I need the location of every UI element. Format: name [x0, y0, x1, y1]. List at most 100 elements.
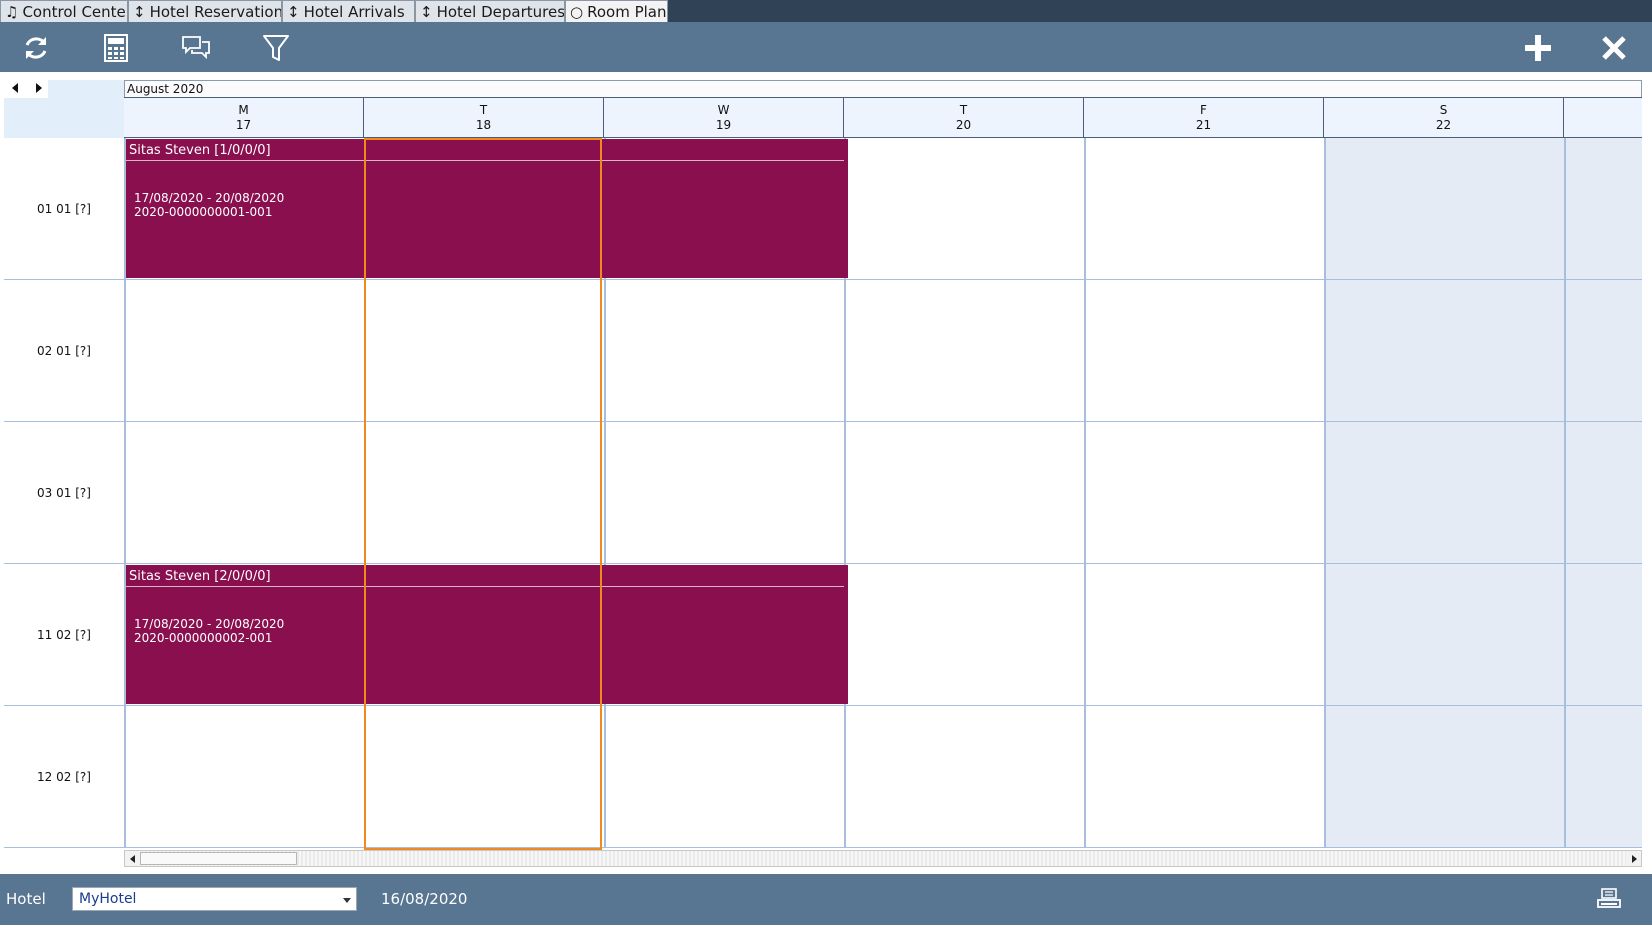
tab-hotel-arrivals[interactable]: ↕ Hotel Arrivals [282, 0, 415, 22]
day-of-week: F [1200, 103, 1207, 117]
day-of-week: M [238, 103, 249, 117]
day-number: 17 [235, 118, 252, 132]
day-cell[interactable] [844, 138, 1084, 280]
footer-bar: Hotel MyHotel 16/08/2020 [0, 874, 1652, 925]
day-cell[interactable] [124, 280, 364, 422]
toolbar [0, 22, 1652, 72]
day-cell[interactable] [1084, 422, 1324, 564]
booking-number: 2020-0000000001-001 [134, 205, 273, 219]
day-cell[interactable] [604, 280, 844, 422]
scrollbar-thumb[interactable] [140, 852, 297, 865]
add-button[interactable] [1520, 30, 1556, 66]
day-cell[interactable] [1324, 280, 1564, 422]
day-cell[interactable] [1324, 706, 1564, 848]
month-label: August 2020 [124, 80, 1642, 97]
day-cell[interactable] [124, 422, 364, 564]
day-cell[interactable] [1564, 564, 1642, 706]
current-date: 16/08/2020 [381, 890, 468, 908]
booking-dates: 17/08/2020 - 20/08/2020 [134, 617, 285, 631]
day-cell[interactable] [364, 280, 604, 422]
plus-icon [1525, 35, 1551, 61]
day-cell[interactable] [1084, 280, 1324, 422]
day-cell[interactable] [1564, 422, 1642, 564]
messages-button[interactable] [178, 30, 214, 66]
hotel-label: Hotel [6, 890, 46, 908]
room-label: 02 01 [?] [4, 280, 124, 422]
day-number: 20 [955, 118, 972, 132]
day-header-cell[interactable]: S 22 [1324, 98, 1564, 138]
booking-details: 17/08/2020 - 20/08/2020 2020-0000000002-… [126, 587, 848, 645]
day-cell[interactable] [844, 422, 1084, 564]
print-icon [1597, 888, 1621, 908]
room-row: 03 01 [?] [4, 422, 1642, 564]
sort-icon: ↕ [420, 3, 433, 21]
booking-details: 17/08/2020 - 20/08/2020 2020-0000000001-… [126, 161, 848, 219]
scroll-right-button[interactable] [1626, 851, 1641, 866]
tab-hotel-departures[interactable]: ↕ Hotel Departures [415, 0, 565, 22]
day-cell[interactable] [1324, 422, 1564, 564]
booking-dates: 17/08/2020 - 20/08/2020 [134, 191, 285, 205]
room-label: 11 02 [?] [4, 564, 124, 706]
filter-button[interactable] [258, 30, 294, 66]
refresh-button[interactable] [18, 30, 54, 66]
day-cell[interactable] [1564, 280, 1642, 422]
day-header-cell[interactable]: T 20 [844, 98, 1084, 138]
day-cell[interactable] [124, 706, 364, 848]
day-header: M 17 T 18 W 19 T 20 F 21 S 22 [124, 97, 1642, 138]
filter-icon [263, 35, 289, 61]
triangle-left-icon [129, 854, 135, 863]
day-header-cell[interactable]: M 17 [124, 98, 364, 138]
day-cell[interactable] [844, 564, 1084, 706]
day-of-week: W [717, 103, 730, 117]
day-cell[interactable] [604, 422, 844, 564]
hotel-select-value: MyHotel [79, 891, 137, 907]
day-header-cell[interactable]: W 19 [604, 98, 844, 138]
tab-hotel-reservations[interactable]: ↕ Hotel Reservations [128, 0, 282, 22]
day-cell[interactable] [1564, 706, 1642, 848]
tab-label: Control Center [22, 3, 128, 21]
day-header-cell[interactable]: F 21 [1084, 98, 1324, 138]
room-row: 02 01 [?] [4, 280, 1642, 422]
tab-room-plan[interactable]: ○ Room Plan [565, 0, 668, 22]
day-cell[interactable] [604, 706, 844, 848]
day-cell[interactable] [1084, 564, 1324, 706]
print-button[interactable] [1594, 886, 1624, 912]
day-number: 22 [1435, 118, 1452, 132]
day-number: 19 [715, 118, 732, 132]
room-row: 12 02 [?] [4, 706, 1642, 848]
day-cell[interactable] [364, 422, 604, 564]
booking-block[interactable]: Sitas Steven [1/0/0/0] 17/08/2020 - 20/0… [126, 139, 848, 278]
triangle-right-icon [1631, 854, 1637, 863]
day-cell[interactable] [1324, 138, 1564, 280]
day-cell[interactable] [844, 280, 1084, 422]
tab-label: Hotel Arrivals [303, 3, 405, 21]
day-cell[interactable] [844, 706, 1084, 848]
next-month-button[interactable] [30, 80, 48, 96]
horizontal-scrollbar[interactable] [124, 850, 1642, 867]
day-cell[interactable] [364, 706, 604, 848]
day-of-week: T [479, 103, 488, 117]
refresh-icon [25, 37, 47, 59]
day-number: 21 [1195, 118, 1212, 132]
close-button[interactable] [1596, 30, 1632, 66]
sort-icon: ↕ [287, 3, 300, 21]
calculator-button[interactable] [98, 30, 134, 66]
booking-number: 2020-0000000002-001 [134, 631, 273, 645]
day-cell[interactable] [1084, 706, 1324, 848]
day-cell[interactable] [1084, 138, 1324, 280]
previous-month-button[interactable] [6, 80, 24, 96]
hotel-select[interactable]: MyHotel [72, 887, 357, 911]
tab-control-center[interactable]: ♫ Control Center [0, 0, 128, 22]
scroll-left-button[interactable] [125, 851, 140, 866]
day-cell[interactable] [1324, 564, 1564, 706]
day-cell[interactable] [1564, 138, 1642, 280]
day-number: 18 [475, 118, 492, 132]
triangle-right-icon [36, 83, 42, 93]
booking-block[interactable]: Sitas Steven [2/0/0/0] 17/08/2020 - 20/0… [126, 565, 848, 704]
sort-icon: ↕ [133, 3, 146, 21]
chat-icon [182, 36, 210, 60]
day-of-week: S [1439, 103, 1448, 117]
header-corner [48, 80, 124, 138]
calculator-icon [104, 34, 128, 62]
day-header-cell[interactable]: T 18 [364, 98, 604, 138]
